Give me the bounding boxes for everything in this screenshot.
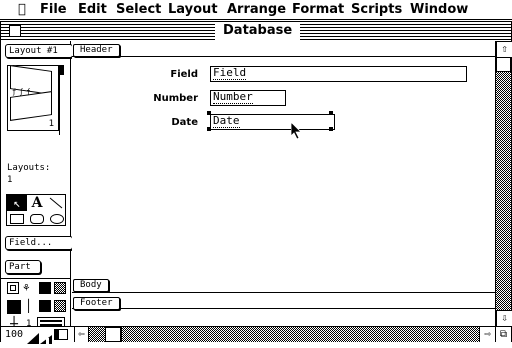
pen-color-swatch[interactable] bbox=[7, 300, 21, 314]
book-slider[interactable] bbox=[59, 65, 64, 135]
header-part-boundary bbox=[72, 56, 495, 57]
scroll-down-arrow-icon[interactable]: ⇩ bbox=[496, 310, 512, 327]
pen-icon: │ bbox=[25, 299, 33, 313]
menu-file[interactable]: File bbox=[40, 0, 67, 19]
tool-panel: ↖ A bbox=[6, 194, 66, 226]
field-box-field[interactable]: Field bbox=[210, 66, 467, 82]
window-title-bar[interactable]: Database bbox=[1, 22, 511, 40]
database-window: Database Layout #1 ƒƒƒ 1 Layouts: 1 ↖ A … bbox=[0, 21, 512, 344]
selection-handle[interactable] bbox=[329, 127, 333, 131]
layout-area[interactable]: Header Field Field Number Number Date Da… bbox=[72, 41, 495, 326]
selection-handle[interactable] bbox=[329, 111, 333, 115]
book-slider-thumb[interactable] bbox=[59, 65, 64, 75]
horizontal-scroll-thumb[interactable] bbox=[105, 327, 121, 342]
window-title: Database bbox=[215, 22, 301, 40]
menu-edit[interactable]: Edit bbox=[78, 0, 107, 19]
mouse-pointer-icon bbox=[290, 121, 303, 140]
footer-part-boundary bbox=[72, 308, 495, 309]
paint-bucket-icon: ⚘ bbox=[23, 281, 30, 294]
menu-window[interactable]: Window bbox=[410, 0, 468, 19]
bottom-bar: 100 ⇦ ⇨ bbox=[1, 326, 495, 344]
menu-bar:  File Edit Select Layout Arrange Format… bbox=[0, 0, 512, 20]
horizontal-scroll-track[interactable] bbox=[121, 327, 480, 342]
layout-popup[interactable]: Layout #1 bbox=[5, 44, 73, 58]
menu-arrange[interactable]: Arrange bbox=[227, 0, 286, 19]
size-box-icon[interactable]: ⧉ bbox=[495, 326, 511, 342]
body-part-boundary bbox=[72, 292, 495, 293]
menu-select[interactable]: Select bbox=[116, 0, 161, 19]
fill-pattern-swatch[interactable] bbox=[54, 282, 66, 294]
status-palette: Layout #1 ƒƒƒ 1 Layouts: 1 ↖ A Field... … bbox=[1, 41, 73, 332]
scroll-up-arrow-icon[interactable]: ⇧ bbox=[496, 41, 512, 58]
pen-fill-swatch[interactable] bbox=[39, 300, 51, 312]
layout-book[interactable]: ƒƒƒ 1 bbox=[7, 65, 59, 131]
footer-part-label[interactable]: Footer bbox=[73, 297, 120, 310]
field-label-field: Field bbox=[170, 69, 198, 80]
horizontal-scroll-track-left[interactable] bbox=[89, 327, 105, 342]
status-area-toggle-icon[interactable] bbox=[54, 329, 68, 340]
scroll-right-arrow-icon[interactable]: ⇨ bbox=[479, 327, 495, 342]
apple-icon[interactable]:  bbox=[18, 0, 26, 19]
field-label-number: Number bbox=[153, 93, 198, 104]
text-tool-icon[interactable]: A bbox=[27, 195, 47, 211]
scroll-left-arrow-icon[interactable]: ⇦ bbox=[74, 327, 89, 342]
body-part-label[interactable]: Body bbox=[73, 279, 109, 292]
zoom-out-icon[interactable] bbox=[27, 329, 39, 344]
oval-tool-icon[interactable] bbox=[50, 214, 64, 224]
arrow-tool-icon[interactable]: ↖ bbox=[7, 195, 27, 211]
field-label-date: Date bbox=[171, 117, 198, 128]
layouts-count: 1 bbox=[7, 175, 13, 185]
part-tool-button[interactable]: Part bbox=[5, 260, 41, 274]
zoom-level: 100 bbox=[5, 329, 24, 340]
fill-pattern-icon[interactable] bbox=[7, 282, 19, 294]
rectangle-tool-icon[interactable] bbox=[10, 214, 24, 224]
layouts-label: Layouts: bbox=[7, 163, 51, 173]
book-rings-icon: ƒƒƒ bbox=[12, 88, 34, 96]
selection-handle[interactable] bbox=[207, 111, 211, 115]
line-tool-icon[interactable] bbox=[47, 195, 65, 211]
vertical-scroll-thumb[interactable] bbox=[496, 57, 511, 72]
vertical-scrollbar[interactable]: ⇧ ⇩ bbox=[495, 41, 512, 327]
book-page-number: 1 bbox=[48, 119, 54, 129]
menu-scripts[interactable]: Scripts bbox=[351, 0, 402, 19]
selection-handle[interactable] bbox=[207, 127, 211, 131]
zoom-in-icon[interactable] bbox=[40, 329, 52, 344]
field-tool-button[interactable]: Field... bbox=[5, 236, 73, 250]
field-box-number[interactable]: Number bbox=[210, 90, 286, 106]
close-box[interactable] bbox=[9, 25, 21, 37]
menu-format[interactable]: Format bbox=[292, 0, 344, 19]
palette-divider bbox=[1, 278, 71, 279]
fill-color-swatch[interactable] bbox=[39, 282, 51, 294]
rounded-rectangle-tool-icon[interactable] bbox=[30, 214, 44, 224]
menu-layout[interactable]: Layout bbox=[168, 0, 218, 19]
pen-pattern-swatch[interactable] bbox=[54, 300, 66, 312]
field-box-date[interactable]: Date bbox=[210, 114, 335, 130]
